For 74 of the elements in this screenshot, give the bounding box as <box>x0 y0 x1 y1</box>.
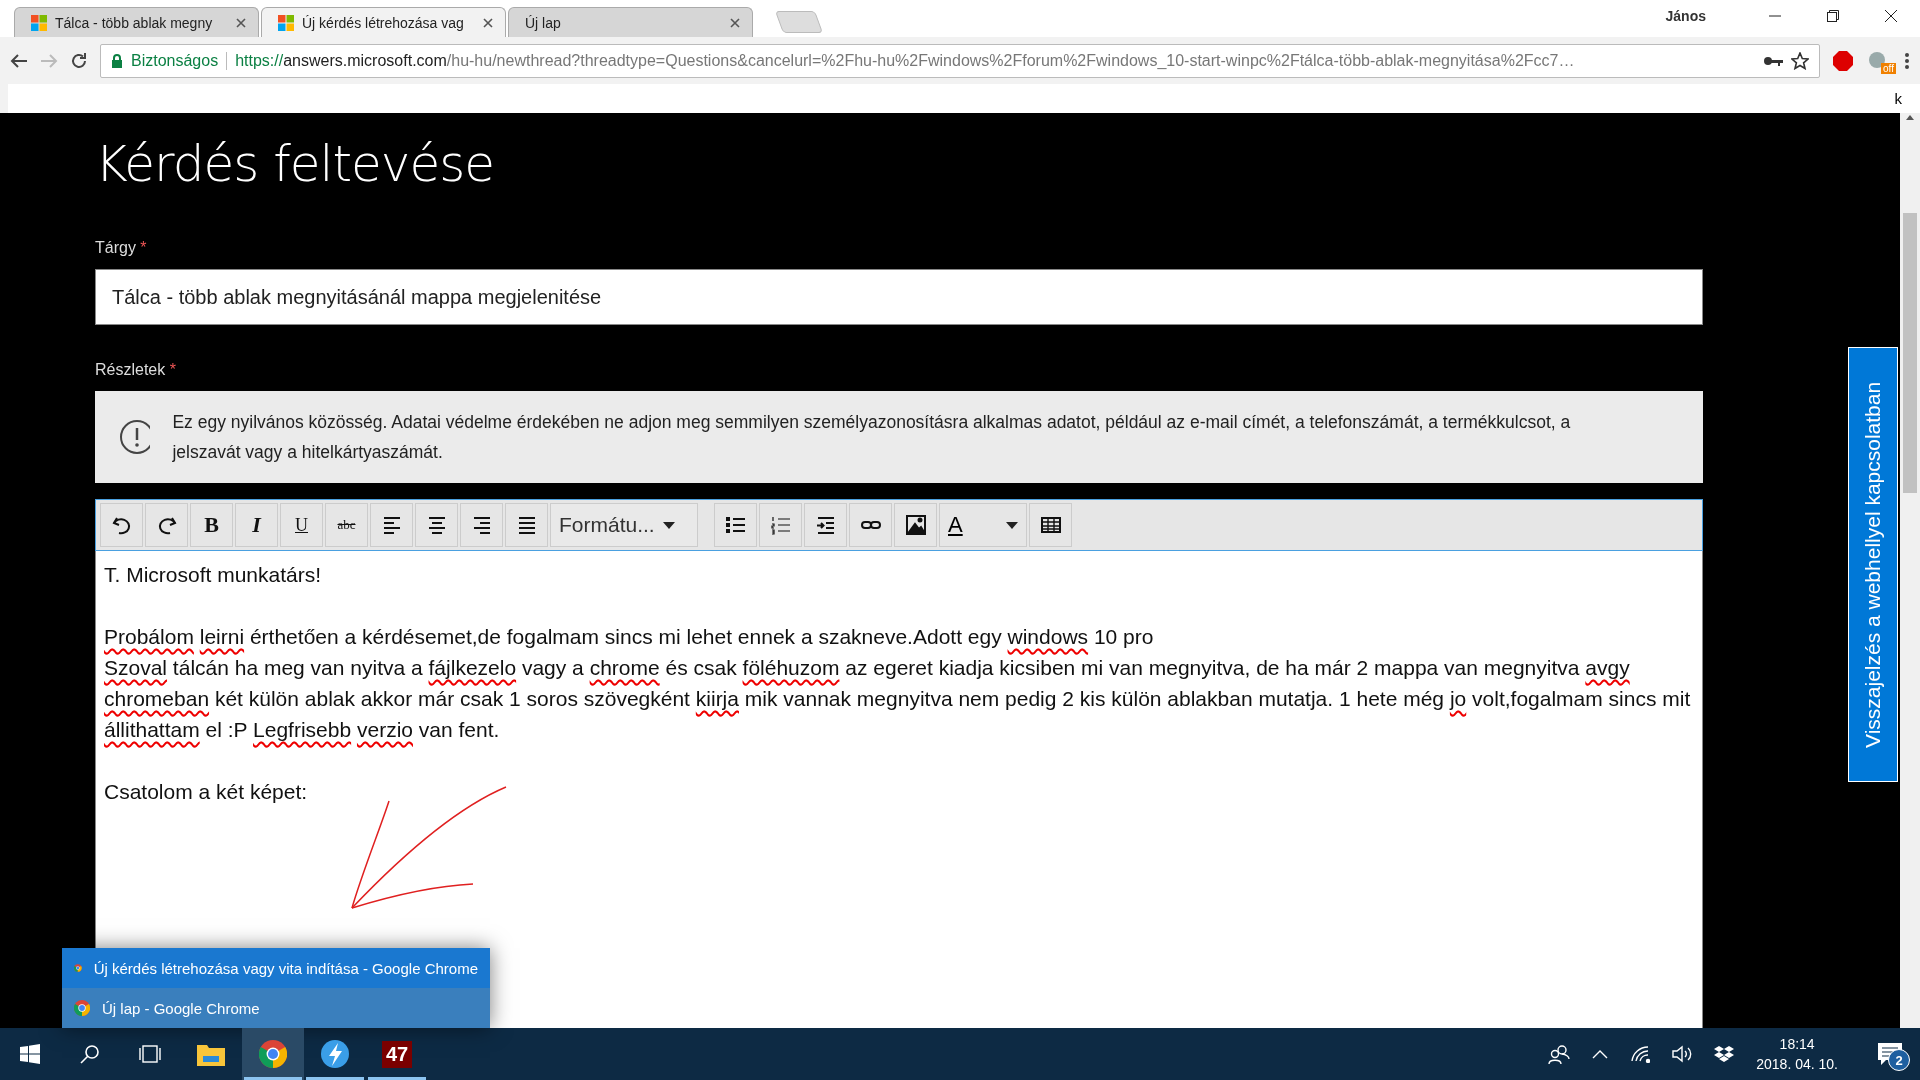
underline-button[interactable]: U <box>280 503 323 547</box>
bullet-list-button[interactable] <box>714 503 757 547</box>
editor-paragraph: Csatolom a két képet: <box>104 779 309 805</box>
browser-tab[interactable]: Új lap <box>508 7 753 37</box>
notice-text: Ez egy nyilvános közösség. Adatai védelme érdekében ne adjon meg semmilyen személyazonosításra alkalmas adatot, például az e-mail címét, a telefonszámát, a termékkulcsot, a jelszavát vagy a hitelkártyaszámát. <box>172 411 1572 464</box>
lock-icon <box>111 53 123 68</box>
secure-label: Biztonságos <box>131 51 219 70</box>
page-text: k <box>1894 90 1902 107</box>
numbered-list-icon <box>769 514 792 536</box>
task-view-icon[interactable] <box>139 1044 161 1064</box>
restore-icon[interactable] <box>1827 10 1839 22</box>
chrome-icon <box>74 1000 90 1016</box>
align-left-button[interactable] <box>370 503 413 547</box>
editor-paragraph: T. Microsoft munkatárs! <box>104 562 323 588</box>
table-button[interactable] <box>1029 503 1072 547</box>
align-center-button[interactable] <box>415 503 458 547</box>
close-icon[interactable] <box>1885 10 1897 22</box>
bullet-list-icon <box>724 514 747 536</box>
menu-icon[interactable] <box>1904 51 1910 70</box>
info-icon <box>119 419 151 455</box>
align-right-button[interactable] <box>460 503 503 547</box>
page-title: Kérdés feltevése <box>95 135 495 193</box>
chrome-icon <box>259 1040 287 1068</box>
back-icon[interactable] <box>10 51 28 70</box>
window-preview-item[interactable]: Új kérdés létrehozása vagy vita indítása - Google Chrome <box>62 948 490 988</box>
undo-button[interactable] <box>100 503 143 547</box>
speaker-icon[interactable] <box>1672 1045 1693 1063</box>
notification-badge: 2 <box>1888 1049 1910 1071</box>
dropbox-icon[interactable] <box>1714 1045 1735 1063</box>
feedback-tab[interactable]: Visszajelzés a webhellyel kapcsolatban <box>1848 347 1898 782</box>
text-editor[interactable] <box>95 551 1703 1028</box>
lightning-icon[interactable] <box>320 1039 350 1069</box>
scrollbar[interactable] <box>1900 113 1920 1028</box>
link-button[interactable] <box>849 503 892 547</box>
site-favicon-icon <box>31 14 47 31</box>
url-text: https://answers.microsoft.com/hu-hu/newthread?threadtype=Questions&cancelurl=%2Fhu-hu%2Fwindows%2Fforum%2Fwindows_10-start-winpc%2Ftálca-több-ablak-megnyitása%2Fcc7… <box>235 51 1576 70</box>
browser-tab[interactable]: Új kérdés létrehozása vag <box>261 7 506 37</box>
image-icon <box>904 514 927 536</box>
italic-button[interactable]: I <box>235 503 278 547</box>
windows-start-icon[interactable] <box>20 1044 40 1064</box>
caret-icon <box>1006 521 1018 529</box>
people-icon[interactable] <box>1548 1044 1571 1064</box>
star-icon[interactable] <box>1791 51 1809 70</box>
adblock-icon[interactable] <box>1832 49 1854 72</box>
clock[interactable]: 18:14 2018. 04. 10. <box>1756 1034 1838 1074</box>
indent-icon <box>814 514 837 536</box>
image-button[interactable] <box>894 503 937 547</box>
chevron-up-icon[interactable] <box>1592 1049 1609 1059</box>
profile-name[interactable]: János <box>1665 8 1706 24</box>
bold-button[interactable]: B <box>190 503 233 547</box>
folder-icon[interactable] <box>197 1042 225 1066</box>
justify-button[interactable] <box>505 503 548 547</box>
search-icon[interactable] <box>80 1044 100 1064</box>
site-favicon-icon <box>278 14 294 31</box>
scroll-thumb[interactable] <box>1903 213 1917 493</box>
app-icon[interactable]: 47 <box>381 1040 413 1068</box>
details-label: Részletek * <box>95 361 177 379</box>
table-icon <box>1039 514 1062 536</box>
wifi-icon[interactable] <box>1630 1045 1651 1063</box>
indent-button[interactable] <box>804 503 847 547</box>
strikethrough-button[interactable]: abc <box>325 503 368 547</box>
caret-icon <box>662 521 675 529</box>
window-preview-item[interactable]: Új lap - Google Chrome <box>62 988 490 1028</box>
editor-paragraph: Probálom leirni érthetően a kérdésemet,de fogalmam sincs mi lehet ennek a szakneve.Adott egy windows 10 pro Szoval tálcán ha meg van nyitva a fájlkezelo vagy a chrome és csak föléhuzom az egeret kiadja kicsiben mi van megnyitva, de ha már 2 mappa van megnyitva avgy chromeban két külön ablak akkor már csak 1 soros szövegként kiirja mik vannak megnyitva nem pedig 2 kis külön ablakban mutatja. 1 hete még jo volt,fogalmam sincs mit állithattam el :P Legfrisebb verzio van fent. <box>104 624 1692 743</box>
close-icon[interactable] <box>483 17 493 28</box>
redo-button[interactable] <box>145 503 188 547</box>
browser-tab[interactable]: Tálca - több ablak megny <box>14 7 259 37</box>
subject-field[interactable]: Tálca - több ablak megnyitásánál mappa megjelenitése <box>95 269 1703 325</box>
font-color-dropdown[interactable]: A <box>939 503 1027 547</box>
address-bar[interactable]: Biztonságos https://answers.microsoft.com/hu-hu/newthread?threadtype=Questions&cancelurl=%2Fhu-hu%2Fwindows%2Fforum%2Fwindows_10-start-winpc%2Ftálca-több-ablak-megnyitása%2Fcc7… <box>100 43 1820 78</box>
format-dropdown[interactable]: Formátu... <box>550 503 698 547</box>
reload-icon[interactable] <box>70 51 88 70</box>
key-icon[interactable] <box>1763 54 1783 67</box>
subject-label: Tárgy * <box>95 239 148 257</box>
